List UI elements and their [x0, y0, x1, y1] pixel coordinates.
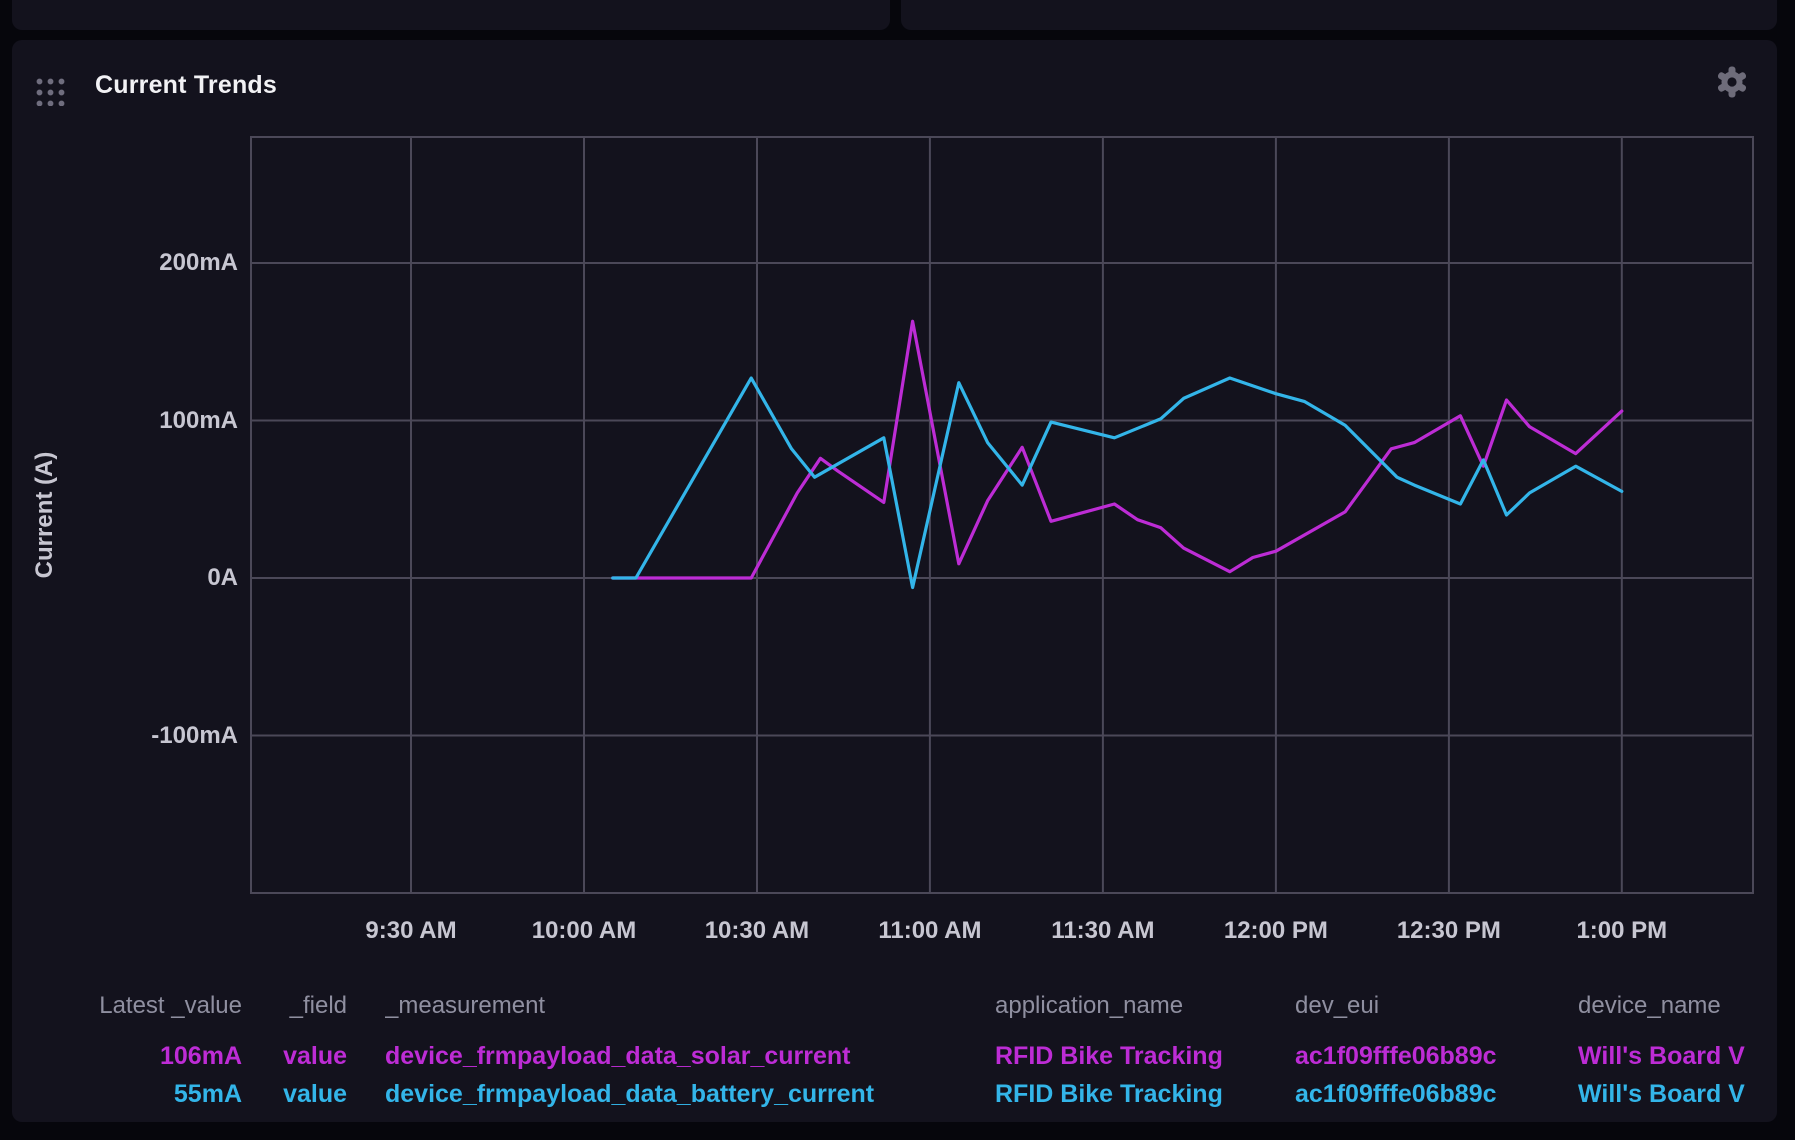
legend-header-latest_value: Latest _value: [52, 990, 242, 1022]
y-tick-label: -100mA: [52, 720, 238, 752]
legend-header-measurement: _measurement: [385, 990, 965, 1022]
legend-header-dev_eui: dev_eui: [1295, 990, 1565, 1022]
current-trends-panel: Current Trends Current (A) 200mA100mA0A-…: [12, 40, 1777, 1122]
panel-above-left: [12, 0, 890, 30]
legend-cell-dev_eui: ac1f09fffe06b89c: [1295, 1078, 1565, 1110]
legend-cell-device_name: Will's Board V: [1578, 1078, 1777, 1110]
legend-cell-measurement: device_frmpayload_data_battery_current: [385, 1078, 965, 1110]
legend-cell-latest_value: 106mA: [52, 1040, 242, 1072]
y-tick-label: 200mA: [52, 247, 238, 279]
x-tick-label: 9:30 AM: [326, 915, 496, 947]
legend-cell-application_name: RFID Bike Tracking: [995, 1078, 1285, 1110]
x-tick-label: 12:30 PM: [1364, 915, 1534, 947]
legend-cell-application_name: RFID Bike Tracking: [995, 1040, 1285, 1072]
line-chart: Current (A) 200mA100mA0A-100mA9:30 AM10:…: [12, 40, 1777, 980]
dashboard-page: Current Trends Current (A) 200mA100mA0A-…: [0, 0, 1795, 1140]
panel-above-right: [901, 0, 1777, 30]
x-tick-label: 10:30 AM: [672, 915, 842, 947]
x-tick-label: 12:00 PM: [1191, 915, 1361, 947]
legend-table: Latest _value _field _measurement applicati…: [12, 980, 1777, 1122]
x-tick-label: 11:30 AM: [1018, 915, 1188, 947]
x-tick-label: 11:00 AM: [845, 915, 1015, 947]
x-tick-label: 10:00 AM: [499, 915, 669, 947]
y-tick-label: 100mA: [52, 405, 238, 437]
legend-cell-latest_value: 55mA: [52, 1078, 242, 1110]
legend-header-application_name: application_name: [995, 990, 1285, 1022]
legend-header-device_name: device_name: [1578, 990, 1777, 1022]
legend-cell-field: value: [262, 1078, 347, 1110]
legend-cell-device_name: Will's Board V: [1578, 1040, 1777, 1072]
x-tick-label: 1:00 PM: [1537, 915, 1707, 947]
legend-cell-field: value: [262, 1040, 347, 1072]
legend-cell-dev_eui: ac1f09fffe06b89c: [1295, 1040, 1565, 1072]
legend-header-field: _field: [262, 990, 347, 1022]
legend-cell-measurement: device_frmpayload_data_solar_current: [385, 1040, 965, 1072]
y-tick-label: 0A: [52, 562, 238, 594]
